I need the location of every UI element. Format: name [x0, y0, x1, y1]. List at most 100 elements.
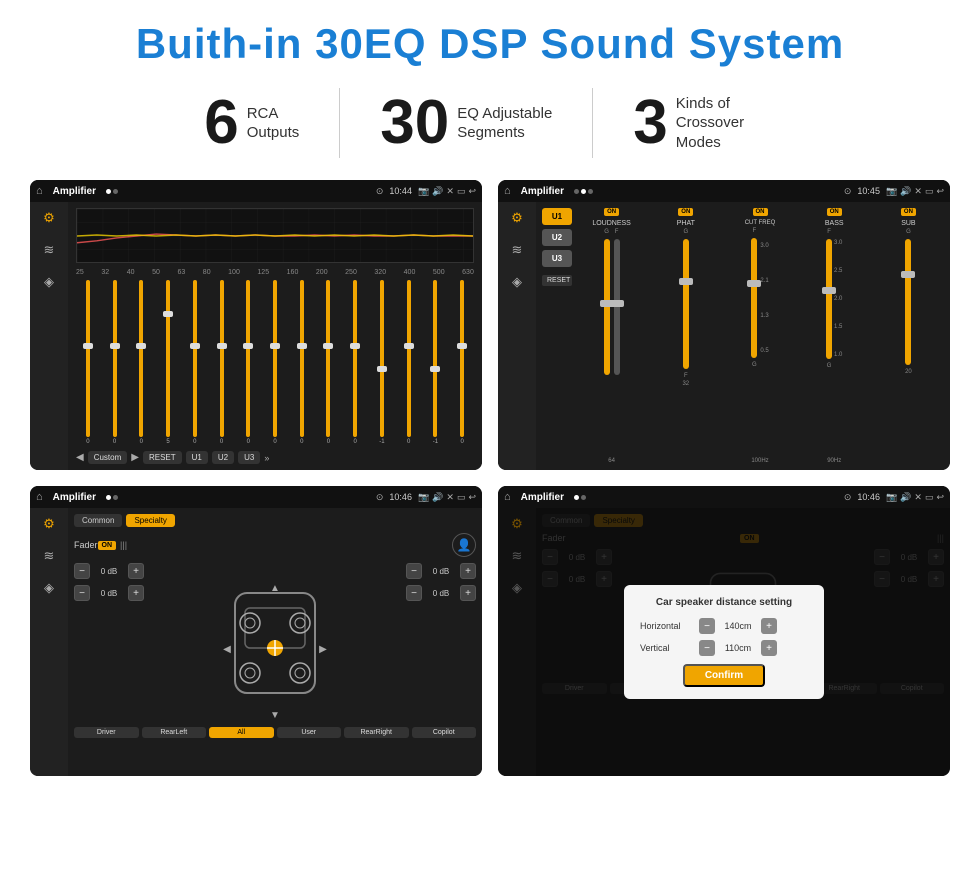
preset-u2[interactable]: U2 — [542, 229, 572, 246]
crossover-body: ⚙ ≋ ◈ U1 U2 U3 RESET ON LOUDN — [498, 202, 950, 470]
crossover-reset-btn[interactable]: RESET — [542, 275, 572, 286]
cross-sidebar-icon-1[interactable]: ⚙ — [511, 210, 523, 226]
distance-dialog: Car speaker distance setting Horizontal … — [624, 585, 824, 699]
camera-icon-3: 📷 — [418, 492, 429, 503]
location-icon-2: ⊙ — [844, 186, 852, 197]
camera-icon-4: 📷 — [886, 492, 897, 503]
eq-prev-arrow[interactable]: ◀ — [76, 452, 84, 463]
vol-minus-1[interactable]: − — [74, 563, 90, 579]
fader-sidebar: ⚙ ≋ ◈ — [30, 508, 68, 776]
vol-minus-3[interactable]: − — [406, 563, 422, 579]
eq-u2-btn[interactable]: U2 — [212, 451, 234, 464]
crossover-content: U1 U2 U3 RESET ON LOUDNESS G — [536, 202, 950, 470]
fader-sidebar-icon-1[interactable]: ⚙ — [43, 516, 55, 532]
vol-val-4: 0 dB — [425, 589, 457, 598]
btn-rearleft[interactable]: RearLeft — [142, 727, 207, 738]
vertical-value: 110cm — [718, 643, 758, 653]
menu-icon-2: ▭ — [925, 186, 934, 197]
crossover-sidebar: ⚙ ≋ ◈ — [498, 202, 536, 470]
btn-rearright[interactable]: RearRight — [344, 727, 409, 738]
vol-minus-4[interactable]: − — [406, 585, 422, 601]
eq-u3-btn[interactable]: U3 — [238, 451, 260, 464]
menu-icon: ▭ — [457, 186, 466, 197]
eq-slider-col: 0 — [450, 280, 474, 445]
fader-body: ⚙ ≋ ◈ Common Specialty Fader ON ||| — [30, 508, 482, 776]
vol-plus-2[interactable]: + — [128, 585, 144, 601]
btn-copilot[interactable]: Copilot — [412, 727, 477, 738]
preset-u1[interactable]: U1 — [542, 208, 572, 225]
eq-next-arrow[interactable]: ▶ — [131, 452, 139, 463]
home-icon-4[interactable]: ⌂ — [504, 491, 511, 503]
dialog-horizontal-label: Horizontal — [640, 621, 695, 631]
horizontal-plus-btn[interactable]: + — [761, 618, 777, 634]
stats-row: 6 RCA Outputs 30 EQ Adjustable Segments … — [30, 88, 950, 158]
back-icon-4[interactable]: ↩ — [936, 492, 944, 503]
stat-crossover: 3 Kinds of Crossover Modes — [593, 92, 815, 154]
back-icon-2[interactable]: ↩ — [936, 186, 944, 197]
eq-title: Amplifier — [53, 186, 96, 197]
back-icon[interactable]: ↩ — [468, 186, 476, 197]
fader-toggle[interactable]: ON — [98, 541, 117, 550]
eq-slider-col: -1 — [370, 280, 394, 445]
horizontal-minus-btn[interactable]: − — [699, 618, 715, 634]
fader-sidebar-icon-2[interactable]: ≋ — [44, 548, 55, 564]
btn-all[interactable]: All — [209, 727, 274, 738]
vertical-minus-btn[interactable]: − — [699, 640, 715, 656]
eq-sliders: 0 0 0 5 — [76, 280, 474, 447]
volume-icon-2: 🔊 — [900, 186, 911, 197]
eq-slider-col: 0 — [317, 280, 341, 445]
crossover-time: 10:45 — [857, 186, 880, 196]
vertical-plus-btn[interactable]: + — [761, 640, 777, 656]
tab-specialty[interactable]: Specialty — [126, 514, 174, 527]
vol-plus-3[interactable]: + — [460, 563, 476, 579]
home-icon-2[interactable]: ⌂ — [504, 185, 511, 197]
vol-minus-2[interactable]: − — [74, 585, 90, 601]
ch-cutfreq: ON CUT FREQ F G 3.02.11.30.5 — [724, 208, 795, 464]
fader-title: Amplifier — [53, 492, 96, 503]
close-icon: ✕ — [446, 186, 454, 197]
home-icon[interactable]: ⌂ — [36, 185, 43, 197]
location-icon-3: ⊙ — [376, 492, 384, 503]
cross-sidebar-icon-2[interactable]: ≋ — [512, 242, 523, 258]
vol-plus-4[interactable]: + — [460, 585, 476, 601]
back-icon-3[interactable]: ↩ — [468, 492, 476, 503]
eq-slider-col: 5 — [156, 280, 180, 445]
eq-u1-btn[interactable]: U1 — [186, 451, 208, 464]
vol-val-1: 0 dB — [93, 567, 125, 576]
tab-common[interactable]: Common — [74, 514, 122, 527]
vol-row-2: − 0 dB + — [74, 585, 144, 601]
btn-user[interactable]: User — [277, 727, 342, 738]
vol-val-2: 0 dB — [93, 589, 125, 598]
vol-row-1: − 0 dB + — [74, 563, 144, 579]
vol-plus-1[interactable]: + — [128, 563, 144, 579]
eq-slider-col: 0 — [76, 280, 100, 445]
eq-status-icons: 📷 🔊 ✕ ▭ ↩ — [418, 186, 476, 197]
eq-sidebar-icon-1[interactable]: ⚙ — [43, 210, 55, 226]
menu-icon-4: ▭ — [925, 492, 934, 503]
eq-sidebar-icon-3[interactable]: ◈ — [44, 274, 54, 290]
dialog-horizontal-row: Horizontal − 140cm + — [640, 618, 808, 634]
eq-slider-col: 0 — [343, 280, 367, 445]
confirm-button[interactable]: Confirm — [683, 664, 765, 687]
home-icon-3[interactable]: ⌂ — [36, 491, 43, 503]
eq-content: 253240506380100 125160200250320400500630… — [68, 202, 482, 470]
svg-text:▶: ▶ — [319, 644, 327, 655]
btn-driver[interactable]: Driver — [74, 727, 139, 738]
screen-fader: ⌂ Amplifier ⊙ 10:46 📷 🔊 ✕ ▭ ↩ — [30, 486, 482, 776]
cross-sidebar-icon-3[interactable]: ◈ — [512, 274, 522, 290]
preset-u3[interactable]: U3 — [542, 250, 572, 267]
crossover-title: Amplifier — [521, 186, 564, 197]
menu-icon-3: ▭ — [457, 492, 466, 503]
fader-content: Common Specialty Fader ON ||| 👤 — [68, 508, 482, 776]
eq-reset-btn[interactable]: RESET — [143, 451, 182, 464]
volume-icon-4: 🔊 — [900, 492, 911, 503]
eq-sidebar-icon-2[interactable]: ≋ — [44, 242, 55, 258]
page-title: Buith-in 30EQ DSP Sound System — [30, 20, 950, 68]
close-icon-4: ✕ — [914, 492, 922, 503]
eq-body: ⚙ ≋ ◈ — [30, 202, 482, 470]
location-icon: ⊙ — [376, 186, 384, 197]
fader-sidebar-icon-3[interactable]: ◈ — [44, 580, 54, 596]
screens-grid: ⌂ Amplifier ⊙ 10:44 📷 🔊 ✕ ▭ ↩ — [30, 180, 950, 776]
eq-time: 10:44 — [389, 186, 412, 196]
close-icon-2: ✕ — [914, 186, 922, 197]
